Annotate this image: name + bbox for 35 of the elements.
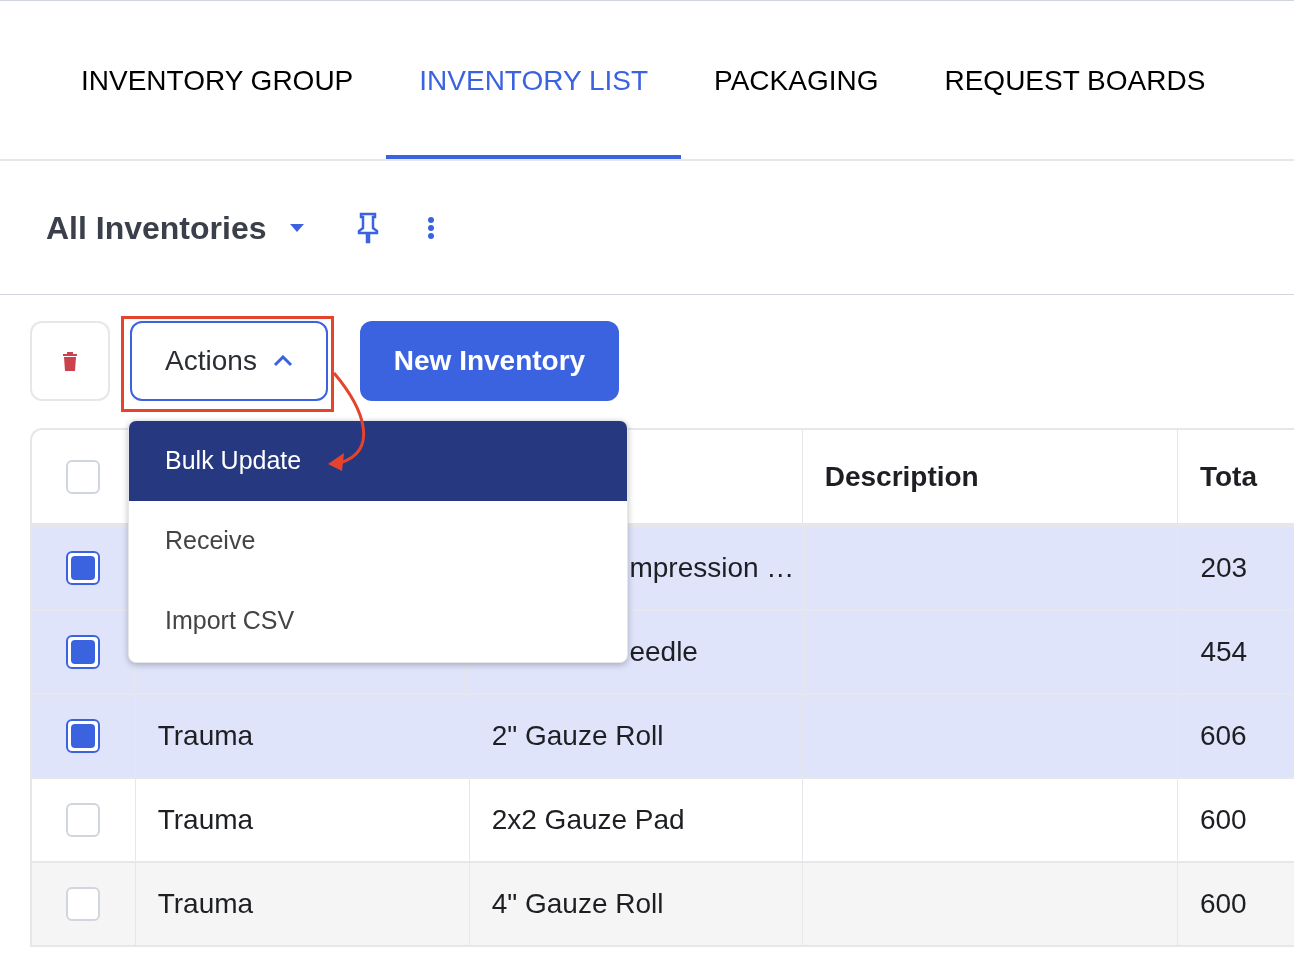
table-cell-text: 454 bbox=[1200, 635, 1248, 669]
column-header: Description bbox=[824, 459, 979, 494]
tab[interactable]: PACKAGING bbox=[681, 51, 912, 159]
table-row[interactable]: Trauma 2x2 Gauze Pad 600 bbox=[32, 779, 1294, 863]
actions-button[interactable]: Actions bbox=[130, 321, 328, 401]
table-cell-text: Trauma bbox=[157, 887, 254, 921]
column-header: Tota bbox=[1199, 459, 1257, 494]
table-cell-text: 600 bbox=[1199, 887, 1247, 921]
table-row[interactable]: Trauma 4" Gauze Roll 600 bbox=[32, 863, 1294, 947]
checkbox[interactable] bbox=[66, 719, 101, 753]
table-cell-text: 600 bbox=[1199, 803, 1247, 837]
new-inventory-button[interactable]: New Inventory bbox=[360, 321, 619, 401]
more-icon[interactable] bbox=[426, 215, 435, 240]
tab[interactable]: REQUEST BOARDS bbox=[911, 51, 1239, 159]
table-row[interactable]: Trauma 2" Gauze Roll 606 bbox=[32, 695, 1294, 779]
table-cell-text: 606 bbox=[1199, 719, 1247, 753]
trash-icon bbox=[62, 351, 78, 371]
table-cell-text: 4" Gauze Roll bbox=[491, 887, 664, 921]
checkbox[interactable] bbox=[66, 635, 101, 669]
pin-icon[interactable] bbox=[356, 211, 379, 244]
table-cell-text: 2" Gauze Roll bbox=[491, 719, 664, 753]
delete-button[interactable] bbox=[30, 321, 110, 401]
chevron-icon bbox=[272, 355, 293, 367]
caret-down-icon[interactable] bbox=[288, 222, 305, 233]
checkbox[interactable] bbox=[66, 551, 101, 585]
tab[interactable]: INVENTORY LIST bbox=[386, 51, 682, 159]
table-cell-text: Trauma bbox=[157, 803, 254, 837]
table-cell-text: Trauma bbox=[157, 719, 254, 753]
table-cell-text: 2x2 Gauze Pad bbox=[491, 803, 685, 837]
tab[interactable]: INVENTORY GROUP bbox=[48, 51, 387, 159]
table-cell-text: 203 bbox=[1200, 551, 1248, 585]
menu-item[interactable]: Bulk Update bbox=[129, 421, 627, 501]
table-cell-text: mpression … bbox=[629, 551, 795, 585]
table-cell-text: eedle bbox=[629, 635, 698, 669]
view-title: All Inventories bbox=[46, 208, 267, 248]
